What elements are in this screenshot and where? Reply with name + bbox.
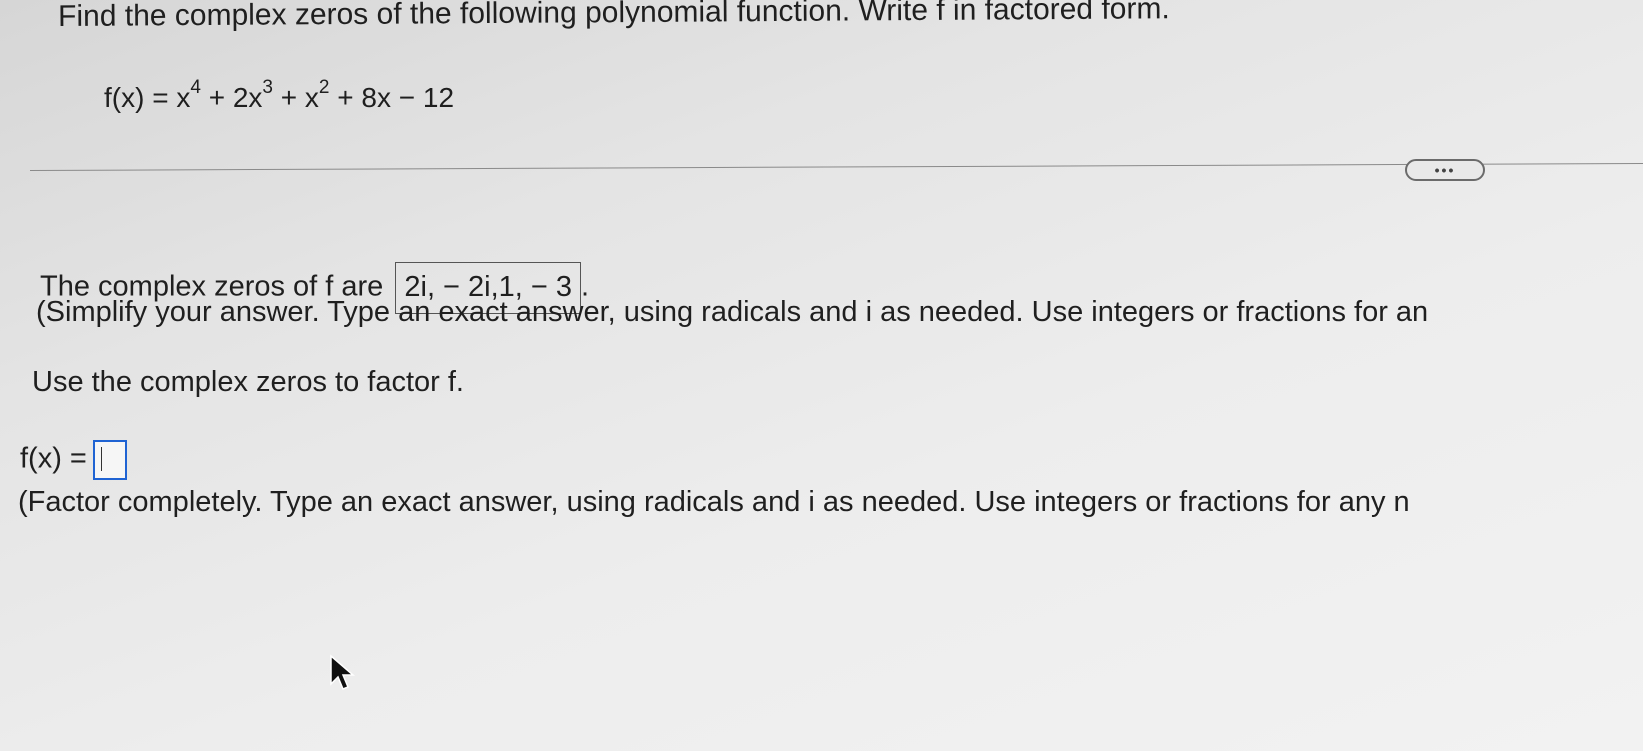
factor-instruction: Use the complex zeros to factor f. [32,366,464,398]
function-tail: + 8x − 12 [329,82,455,113]
question-title: Find the complex zeros of the following … [58,0,1170,33]
term-1-base: x [176,82,191,113]
term-3-exponent: 2 [318,76,330,98]
section-divider [30,162,1643,171]
term-2-exponent: 3 [262,76,273,98]
function-lhs: f(x) = [104,82,177,113]
factor-answer-line: f(x) = [20,440,127,480]
simplify-hint: (Simplify your answer. Type an exact ans… [36,296,1429,328]
term-1-exponent: 4 [190,76,201,98]
term-2: + 2x [200,82,263,113]
more-options-button[interactable]: ••• [1405,159,1485,181]
factor-answer-field[interactable] [92,440,127,480]
term-3: + x [272,82,319,113]
factor-hint: (Factor completely. Type an exact answer… [18,486,1410,518]
factor-lhs: f(x) = [20,442,87,475]
mouse-pointer-icon [330,654,356,690]
polynomial-function: f(x) = x4 + 2x3 + x2 + 8x − 12 [104,78,455,114]
text-caret [100,447,102,471]
